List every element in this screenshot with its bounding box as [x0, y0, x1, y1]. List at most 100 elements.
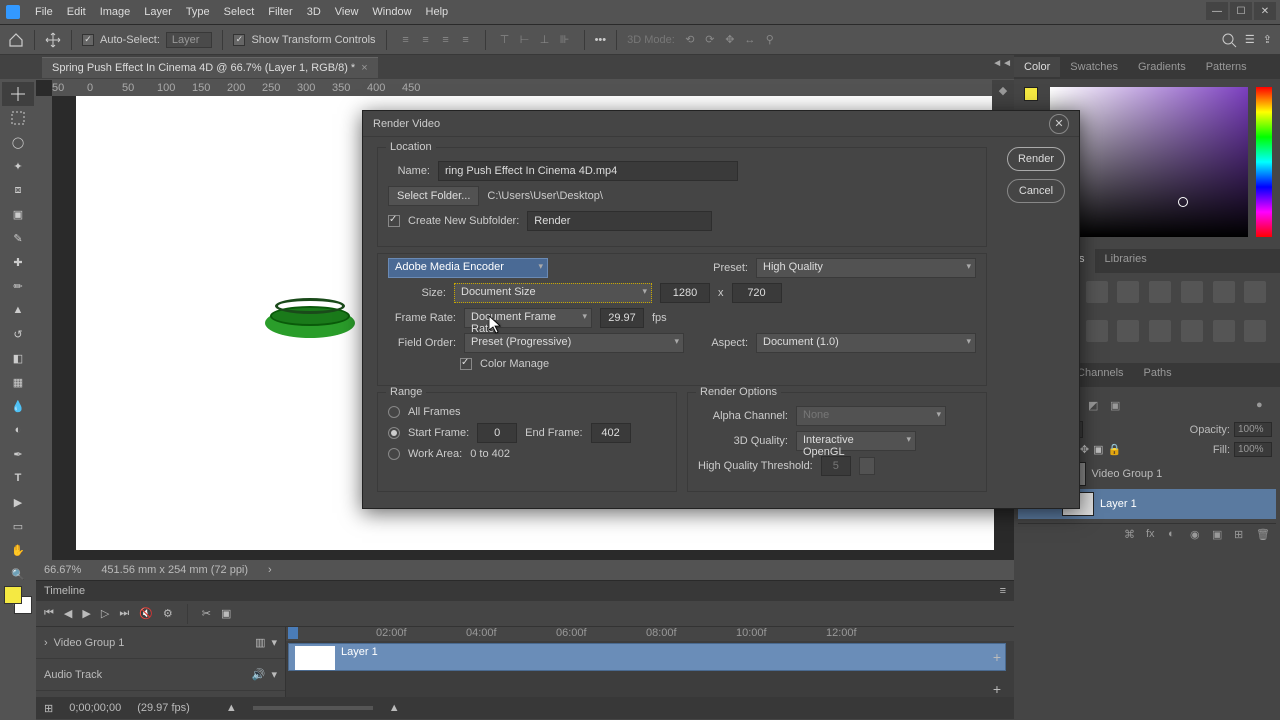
adjustment-icon[interactable]: [1244, 320, 1266, 342]
lock-all-icon[interactable]: 🔒: [1108, 443, 1122, 456]
timeline-tracks[interactable]: 02:00f 04:00f 06:00f 08:00f 10:00f 12:00…: [286, 627, 1014, 697]
create-subfolder-checkbox[interactable]: [388, 215, 400, 227]
split-clip-icon[interactable]: ✂: [202, 607, 211, 620]
layer-style-icon[interactable]: fx: [1146, 528, 1162, 544]
align-justify-icon[interactable]: ≡: [457, 31, 475, 49]
zoom-in-icon[interactable]: ▲: [389, 702, 400, 714]
menu-file[interactable]: File: [28, 6, 60, 18]
align-left-icon[interactable]: ≡: [397, 31, 415, 49]
adjustment-icon[interactable]: [1117, 281, 1139, 303]
panel-collapse-icon[interactable]: ◄◄: [992, 58, 1012, 69]
align-center-h-icon[interactable]: ≡: [417, 31, 435, 49]
mute-icon[interactable]: 🔇: [139, 607, 153, 620]
height-input[interactable]: [732, 283, 782, 303]
frame-tool[interactable]: ▣: [2, 202, 34, 226]
auto-select-target-dropdown[interactable]: Layer: [166, 32, 213, 48]
preset-dropdown[interactable]: High Quality: [756, 258, 976, 278]
go-to-first-frame-icon[interactable]: ⏮: [44, 607, 54, 620]
transition-icon[interactable]: ▣: [221, 607, 231, 620]
track-menu-icon[interactable]: ▾: [271, 636, 277, 649]
previous-frame-icon[interactable]: ◀: [64, 607, 72, 620]
align-top-icon[interactable]: ⊤: [496, 31, 514, 49]
layer-filter-icon[interactable]: ◩: [1088, 399, 1104, 415]
distribute-icon[interactable]: ⊪: [556, 31, 574, 49]
layer-mask-icon[interactable]: ◐: [1168, 528, 1184, 544]
video-track-row[interactable]: › Video Group 1 ▥ ▾: [36, 627, 285, 659]
menu-filter[interactable]: Filter: [261, 6, 299, 18]
document-tab-close-icon[interactable]: ×: [361, 62, 367, 74]
menu-view[interactable]: View: [328, 6, 366, 18]
type-tool[interactable]: T: [2, 466, 34, 490]
dialog-close-icon[interactable]: ✕: [1049, 114, 1069, 134]
video-clip[interactable]: Layer 1: [288, 643, 1006, 671]
adjustment-icon[interactable]: [1213, 320, 1235, 342]
hue-slider[interactable]: [1256, 87, 1272, 237]
layer-filter-icon[interactable]: ▣: [1110, 399, 1126, 415]
marquee-tool[interactable]: [2, 106, 34, 130]
start-frame-radio[interactable]: [388, 427, 400, 439]
fps-input[interactable]: [600, 308, 644, 328]
pen-tool[interactable]: ✒: [2, 442, 34, 466]
share-icon[interactable]: ⇪: [1263, 33, 1272, 46]
add-media-icon[interactable]: +: [988, 649, 1006, 667]
work-area-radio[interactable]: [388, 448, 400, 460]
aspect-dropdown[interactable]: Document (1.0): [756, 333, 976, 353]
search-icon[interactable]: [1221, 32, 1237, 48]
track-filmstrip-icon[interactable]: ▥: [255, 636, 265, 649]
menu-layer[interactable]: Layer: [137, 6, 179, 18]
tab-paths[interactable]: Paths: [1134, 363, 1182, 387]
end-frame-input[interactable]: [591, 423, 631, 443]
more-options-icon[interactable]: •••: [595, 34, 607, 46]
tab-patterns[interactable]: Patterns: [1196, 57, 1257, 77]
fieldorder-dropdown[interactable]: Preset (Progressive): [464, 333, 684, 353]
select-folder-button[interactable]: Select Folder...: [388, 186, 479, 206]
foreground-color-swatch[interactable]: [4, 586, 22, 604]
show-transform-checkbox[interactable]: [233, 34, 245, 46]
window-minimize-icon[interactable]: —: [1206, 2, 1228, 20]
name-input[interactable]: [438, 161, 738, 181]
menu-3d[interactable]: 3D: [300, 6, 328, 18]
timeline-menu-icon[interactable]: ≡: [1000, 585, 1006, 597]
width-input[interactable]: [660, 283, 710, 303]
align-middle-icon[interactable]: ⊢: [516, 31, 534, 49]
adjustment-icon[interactable]: [1149, 320, 1171, 342]
time-ruler[interactable]: 02:00f 04:00f 06:00f 08:00f 10:00f 12:00…: [286, 627, 1014, 641]
3d-quality-dropdown[interactable]: Interactive OpenGL: [796, 431, 916, 451]
move-tool[interactable]: [2, 82, 34, 106]
adjustment-icon[interactable]: [1213, 281, 1235, 303]
convert-timeline-icon[interactable]: ⊞: [44, 702, 53, 715]
menu-image[interactable]: Image: [93, 6, 138, 18]
blur-tool[interactable]: 💧: [2, 394, 34, 418]
zoom-slider[interactable]: [253, 706, 373, 710]
hand-tool[interactable]: ✋: [2, 538, 34, 562]
gradient-tool[interactable]: ▦: [2, 370, 34, 394]
dialog-titlebar[interactable]: Render Video ✕: [363, 111, 1079, 137]
all-frames-radio[interactable]: [388, 406, 400, 418]
tab-color[interactable]: Color: [1014, 57, 1060, 77]
adjustment-icon[interactable]: [1244, 281, 1266, 303]
menu-window[interactable]: Window: [365, 6, 418, 18]
home-icon[interactable]: [8, 32, 24, 48]
tab-libraries[interactable]: Libraries: [1095, 249, 1157, 273]
start-frame-input[interactable]: [477, 423, 517, 443]
path-select-tool[interactable]: ▶: [2, 490, 34, 514]
next-frame-icon[interactable]: ▷: [101, 607, 109, 620]
zoom-out-icon[interactable]: ▲: [226, 702, 237, 714]
eyedropper-tool[interactable]: ✎: [2, 226, 34, 250]
quick-select-tool[interactable]: ✦: [2, 154, 34, 178]
render-button[interactable]: Render: [1007, 147, 1065, 171]
workspace-icon[interactable]: ☰: [1245, 33, 1255, 46]
size-dropdown[interactable]: Document Size: [454, 283, 652, 303]
history-brush-tool[interactable]: ↺: [2, 322, 34, 346]
eraser-tool[interactable]: ◧: [2, 346, 34, 370]
go-to-last-frame-icon[interactable]: ⏭: [119, 607, 129, 620]
crop-tool[interactable]: ⧈: [2, 178, 34, 202]
delete-layer-icon[interactable]: 🗑: [1256, 528, 1272, 544]
new-layer-icon[interactable]: ⊞: [1234, 528, 1250, 544]
menu-edit[interactable]: Edit: [60, 6, 93, 18]
dodge-tool[interactable]: ◐: [2, 418, 34, 442]
status-flyout-icon[interactable]: ›: [268, 564, 272, 576]
brush-tool[interactable]: ✏: [2, 274, 34, 298]
lock-artboard-icon[interactable]: ▣: [1093, 443, 1103, 456]
encoder-dropdown[interactable]: Adobe Media Encoder: [388, 258, 548, 278]
